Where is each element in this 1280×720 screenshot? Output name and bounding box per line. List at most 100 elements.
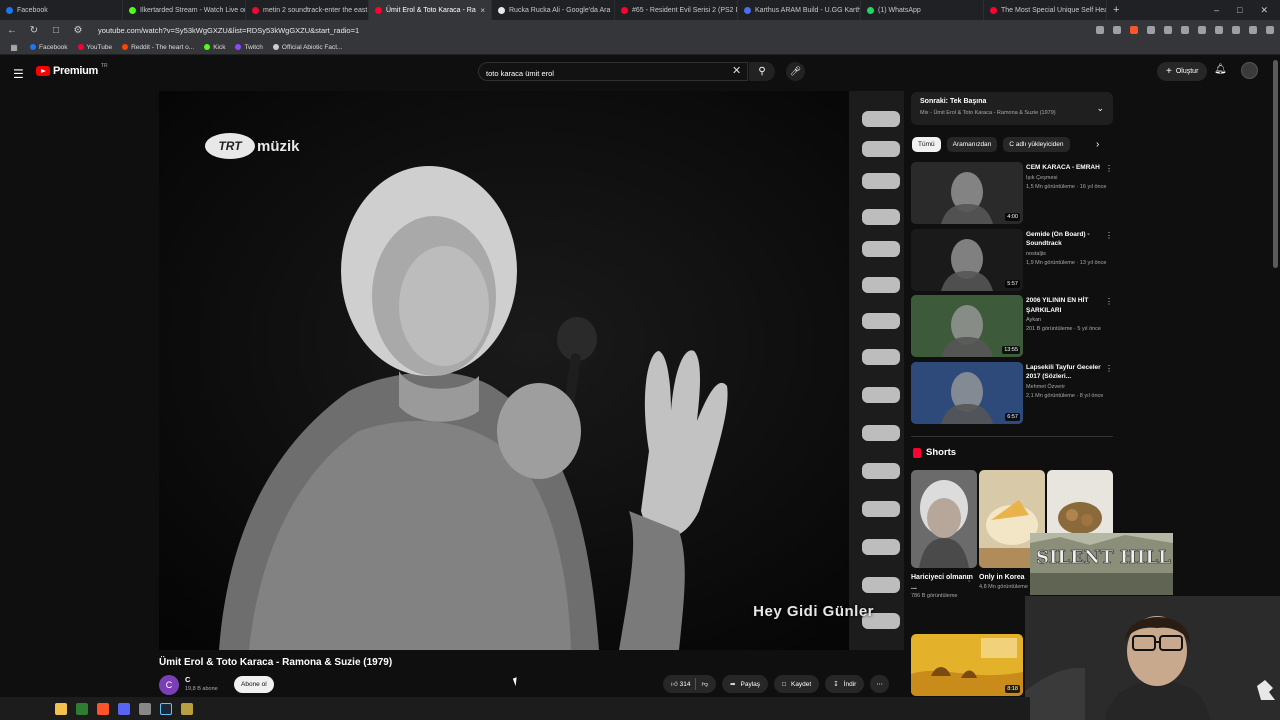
divider bbox=[695, 678, 697, 690]
dislike-button[interactable]: 👎︎ bbox=[701, 680, 708, 688]
recommendation-thumbnail[interactable]: 8:18 bbox=[911, 634, 1023, 696]
file-explorer-icon[interactable] bbox=[55, 702, 67, 715]
channel-avatar[interactable]: C bbox=[159, 675, 179, 695]
bookmark-item[interactable]: Official Abiotic Fact... bbox=[272, 44, 342, 51]
search-box[interactable] bbox=[478, 62, 748, 82]
window-controls: – □ ✕ bbox=[1214, 5, 1280, 16]
extension-icon[interactable] bbox=[1147, 26, 1155, 34]
apps-grid-icon[interactable]: ▦ bbox=[8, 43, 20, 52]
more-icon[interactable]: ⋮ bbox=[1105, 297, 1113, 306]
reload-icon[interactable]: ↻ bbox=[28, 25, 40, 36]
filter-chip[interactable]: Tümü bbox=[912, 137, 941, 152]
clear-search-icon[interactable]: ✕ bbox=[732, 64, 741, 77]
youtube-play-icon bbox=[36, 66, 50, 76]
voice-search-button[interactable]: 🎤︎ bbox=[786, 62, 805, 81]
back-icon[interactable]: ← bbox=[6, 25, 18, 36]
search-button[interactable]: ⚲ bbox=[749, 62, 775, 81]
browser-tab[interactable]: Ümit Erol & Toto Karaca - Ra × bbox=[369, 0, 492, 20]
mix-playlist-panel[interactable]: Sonraki: Tek Başına Mix - Ümit Erol & To… bbox=[911, 92, 1113, 125]
channel-watermark: TRT müzik bbox=[205, 133, 300, 159]
bookmark-label: Twitch bbox=[244, 43, 263, 51]
save-button[interactable]: □ Kaydet bbox=[774, 675, 820, 693]
extension-icon[interactable] bbox=[1215, 26, 1223, 34]
browser-tab[interactable]: Rucka Rucka Ali - Google'da Ara bbox=[492, 0, 615, 20]
extension-icon[interactable] bbox=[1232, 26, 1240, 34]
youtube-logo[interactable]: Premium TR bbox=[36, 63, 108, 77]
minimize-icon[interactable]: – bbox=[1214, 5, 1219, 16]
recommendation-meta: 1,5 Mn görüntüleme · 16 yıl önce bbox=[1026, 184, 1107, 190]
recommendation-thumbnail[interactable]: 4:00 bbox=[911, 162, 1023, 224]
recommendation-thumbnail[interactable]: 13:55 bbox=[911, 295, 1023, 357]
extension-icon[interactable] bbox=[1096, 26, 1104, 34]
browser-tab-bar: Facebook Ilkertarded Stream - Watch Live … bbox=[0, 0, 1280, 20]
chevron-right-icon[interactable]: › bbox=[1096, 139, 1099, 150]
bookmark-item[interactable]: Facebook bbox=[30, 44, 68, 51]
app-icon[interactable] bbox=[181, 702, 193, 715]
recommendation-item[interactable]: 4:00 CEM KARACA - EMRAH Işık Çeşmesi 1,5 Mn… bbox=[911, 162, 1116, 229]
tab-label: Ilkertarded Stream - Watch Live on K bbox=[140, 6, 246, 14]
site-info-icon[interactable]: ⚙ bbox=[72, 25, 84, 36]
download-button[interactable]: ↧ İndir bbox=[825, 675, 865, 693]
search-input[interactable] bbox=[479, 65, 719, 82]
new-tab-icon[interactable]: + bbox=[1107, 4, 1125, 16]
subscribe-button[interactable]: Abone ol bbox=[234, 676, 274, 693]
short-card[interactable]: Hariciyeci olmanın ... 786 B görüntüleme… bbox=[911, 470, 977, 599]
short-thumbnail[interactable] bbox=[911, 470, 977, 568]
channel-name[interactable]: C bbox=[185, 675, 190, 684]
extension-icon[interactable] bbox=[1130, 26, 1138, 34]
recommendation-thumbnail[interactable]: 5:57 bbox=[911, 228, 1023, 291]
stream-overlay-silent-hill: SILENT HILL bbox=[1030, 533, 1173, 595]
share-icon: ➦ bbox=[730, 681, 736, 688]
share-button[interactable]: ➦ Paylaş bbox=[722, 675, 769, 693]
recommendation-item[interactable]: 5:57 Gemide (On Board) - Soundtrack nostal… bbox=[911, 228, 1116, 296]
notifications-bell-icon[interactable]: 🔔︎ bbox=[1214, 64, 1227, 75]
recommendation-title: Gemide (On Board) - Soundtrack bbox=[1026, 230, 1090, 248]
page-scrollbar[interactable] bbox=[1273, 60, 1278, 268]
browser-tab[interactable]: Facebook bbox=[0, 0, 123, 20]
account-avatar[interactable] bbox=[1241, 62, 1258, 79]
tab-favicon-icon bbox=[129, 6, 136, 14]
extension-icon[interactable] bbox=[1164, 26, 1172, 34]
bookmark-favicon-icon bbox=[77, 44, 84, 50]
browser-tab[interactable]: #65 - Resident Evil Serisi 2 (PS2 Döne bbox=[615, 0, 738, 20]
chevron-down-icon[interactable]: ⌄ bbox=[1096, 103, 1104, 114]
extension-icon[interactable] bbox=[1266, 26, 1274, 34]
bookmark-item[interactable]: Twitch bbox=[235, 43, 263, 51]
bookmark-item[interactable]: Kick bbox=[204, 44, 225, 51]
browser-tab[interactable]: Ilkertarded Stream - Watch Live on K bbox=[123, 0, 246, 20]
url-field[interactable]: youtube.com/watch?v=Sy53kWgGXZU&list=RDS… bbox=[98, 26, 1086, 35]
browser-tab[interactable]: metin 2 soundtrack-enter the east - bbox=[246, 0, 369, 20]
recommendation-item[interactable]: 13:55 2006 YILININ EN HİT ŞARKILARI Aykan 2… bbox=[911, 295, 1116, 362]
close-window-icon[interactable]: ✕ bbox=[1260, 5, 1268, 16]
more-icon[interactable]: ⋮ bbox=[1105, 164, 1113, 173]
like-button[interactable]: 👍︎ 314 bbox=[671, 680, 690, 688]
extension-icon[interactable] bbox=[1198, 26, 1206, 34]
more-icon[interactable]: ⋮ bbox=[1105, 364, 1113, 373]
browser-tab[interactable]: Karthus ARAM Build - U.GG Karthus bbox=[738, 0, 861, 20]
brave-browser-icon[interactable] bbox=[97, 702, 109, 715]
filter-chip[interactable]: C adlı yükleyiciden bbox=[1003, 137, 1070, 152]
extension-icon[interactable] bbox=[1249, 26, 1257, 34]
extension-icon[interactable] bbox=[1181, 26, 1189, 34]
browser-tab[interactable]: (1) WhatsApp bbox=[861, 0, 984, 20]
bookmark-item[interactable]: Reddit - The heart o... bbox=[122, 44, 194, 51]
recommendation-item[interactable]: 6:57 Lapsekili Tayfur Geceler 2017 (Sözle… bbox=[911, 361, 1116, 429]
discord-icon[interactable] bbox=[118, 702, 130, 715]
menu-icon[interactable]: ☰ bbox=[13, 67, 24, 81]
bookmark-item[interactable]: YouTube bbox=[77, 44, 112, 51]
bookmark-icon[interactable]: □ bbox=[50, 25, 62, 36]
steam-icon[interactable] bbox=[160, 702, 172, 715]
extension-icon[interactable] bbox=[1113, 26, 1121, 34]
create-button[interactable]: + Oluştur bbox=[1157, 62, 1208, 81]
app-icon[interactable] bbox=[139, 702, 151, 715]
more-actions-button[interactable]: ⋯ bbox=[870, 675, 889, 693]
recommendation-thumbnail[interactable]: 6:57 bbox=[911, 361, 1023, 424]
more-icon[interactable]: ⋮ bbox=[1105, 231, 1113, 240]
maximize-icon[interactable]: □ bbox=[1237, 5, 1242, 16]
video-player[interactable]: TRT müzik Hey Gidi Günler bbox=[159, 91, 904, 650]
browser-tab[interactable]: The Most Special Unique Self Heatin bbox=[984, 0, 1107, 20]
app-icon[interactable] bbox=[76, 702, 88, 715]
more-icon[interactable]: ⋮ bbox=[965, 574, 973, 583]
filter-chip[interactable]: Aramanızdan bbox=[946, 137, 998, 152]
close-tab-icon[interactable]: × bbox=[480, 6, 485, 15]
